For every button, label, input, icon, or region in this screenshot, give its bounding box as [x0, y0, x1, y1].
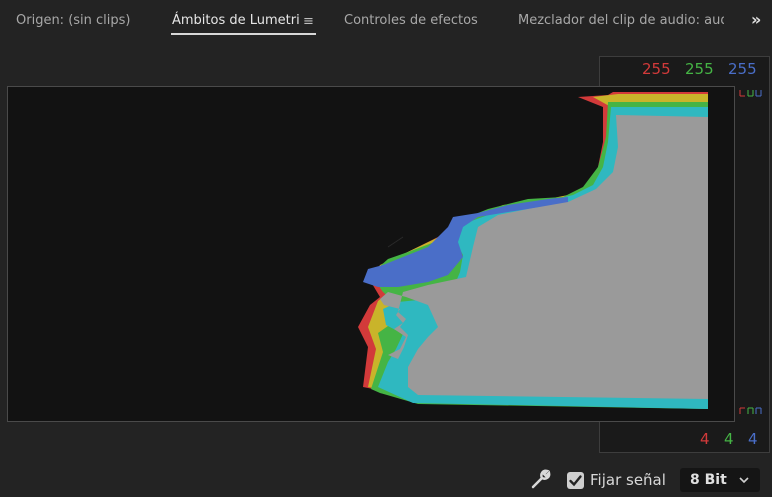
tab-lumetri-scopes[interactable]: Ámbitos de Lumetri [172, 13, 300, 28]
histogram-graph [358, 92, 708, 409]
scale-bottom-green: 4 [724, 430, 734, 448]
wrench-icon[interactable] [530, 468, 552, 490]
scale-top-blue: 255 [728, 60, 757, 78]
tab-audio-clip-mixer[interactable]: Mezclador del clip de audio: audio [518, 13, 724, 28]
clamp-signal-label: Fijar señal [590, 471, 666, 489]
tab-overflow-icon[interactable]: » [751, 10, 761, 29]
clamp-signal-checkbox[interactable] [567, 472, 584, 489]
panel-tab-bar: Origen: (sin clips) Ámbitos de Lumetri ≡… [0, 0, 772, 42]
active-tab-indicator [171, 33, 316, 35]
chevron-down-icon [739, 477, 749, 484]
scale-strip [735, 86, 770, 422]
scope-footer: Fijar señal 8 Bit [0, 462, 772, 497]
scale-top-green: 255 [685, 60, 714, 78]
scale-bottom-red: 4 [700, 430, 710, 448]
bit-depth-value: 8 Bit [690, 472, 727, 488]
scale-bottom-blue: 4 [748, 430, 758, 448]
scale-top-red: 255 [642, 60, 671, 78]
tab-source[interactable]: Origen: (sin clips) [16, 13, 131, 28]
scale-top-readout: 255 255 255 [599, 56, 770, 86]
scale-bottom-readout: 4 4 4 [599, 422, 770, 453]
tab-effect-controls[interactable]: Controles de efectos [344, 13, 478, 28]
panel-menu-icon[interactable]: ≡ [303, 14, 314, 29]
checkmark-icon [569, 475, 582, 487]
bit-depth-select[interactable]: 8 Bit [680, 468, 760, 492]
